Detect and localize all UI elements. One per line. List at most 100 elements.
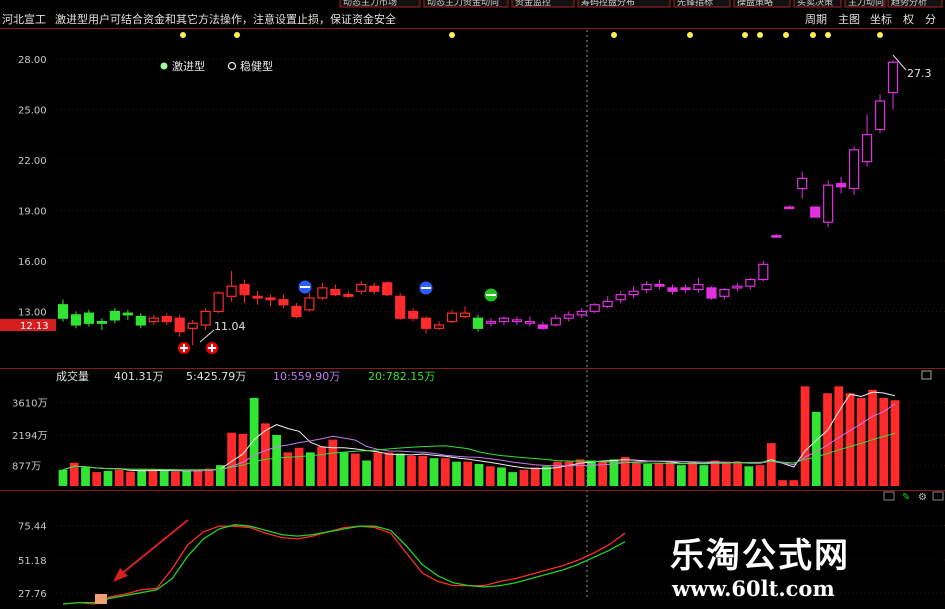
pencil-icon[interactable]: ✎ [902, 492, 910, 503]
candle-body-28 [421, 317, 432, 329]
volume-bar-37 [474, 463, 484, 486]
candle-body-43 [615, 294, 626, 301]
signal-dots [180, 32, 883, 38]
volume-bar-9 [159, 470, 169, 486]
volume-bar-26 [350, 453, 360, 486]
period-tab-2[interactable]: 坐标 [870, 12, 892, 26]
period-tab-4[interactable]: 分 [925, 13, 936, 26]
candle-body-50 [706, 287, 717, 299]
volume-bar-5 [114, 469, 124, 486]
volume-bar-69 [834, 386, 844, 486]
volume-value: 401.31万 [114, 370, 164, 383]
price-panel[interactable]: 28.00 25.00 22.00 19.00 16.00 13.00 激进型 稳健型 1… [0, 28, 945, 601]
volume-ma20: 20:782.15万 [368, 370, 435, 383]
maximize-icon[interactable] [932, 491, 944, 501]
volume-bar-23 [317, 446, 326, 486]
volume-bar-32 [418, 455, 428, 486]
volume-bar-59 [721, 461, 731, 486]
candle-body-47 [667, 287, 678, 292]
settings-icon[interactable]: ⚙ [918, 492, 927, 503]
candle-body-64 [887, 61, 899, 94]
toolbar-button-label-1: 动态主力资金动向 [427, 0, 499, 8]
volume-bar-51 [632, 462, 641, 486]
candle-body-3 [96, 320, 108, 324]
candle-body-52 [732, 285, 743, 289]
candle-body-4 [109, 310, 120, 321]
price-gridlines [56, 58, 945, 312]
volume-bar-53 [654, 462, 664, 486]
candle-body-9 [174, 317, 185, 333]
price-tick-2: 22.00 [18, 156, 47, 167]
candle-body-23 [356, 283, 367, 292]
candle-body-10 [187, 322, 198, 329]
volume-bar-70 [845, 393, 855, 486]
indicator-panel-controls: ✎ ⚙ [883, 491, 944, 503]
indicator-tick-0: 75.44 [18, 522, 47, 533]
volume-bar-17 [249, 397, 259, 486]
candlesticks [57, 60, 899, 346]
candle-body-35 [511, 319, 523, 323]
volume-bar-61 [744, 466, 754, 486]
price-tick-5: 13.00 [18, 307, 47, 318]
volume-panel-button[interactable] [921, 370, 932, 380]
signal-dot-8 [810, 32, 816, 38]
volume-bar-29 [384, 452, 394, 486]
volume-bar-8 [148, 470, 158, 486]
signal-dot-6 [757, 32, 763, 38]
candle-body-21 [330, 288, 341, 296]
volume-bar-11 [182, 470, 192, 486]
blue-marker-2 [419, 281, 433, 295]
candle-body-36 [524, 320, 535, 324]
candle-body-53 [745, 278, 756, 287]
blue-marker-1 [298, 280, 312, 294]
candle-body-32 [472, 317, 484, 329]
signal-dot-10 [877, 32, 883, 38]
candle-body-41 [589, 304, 600, 313]
price-tick-4: 16.00 [18, 257, 47, 268]
signal-dot-3 [611, 32, 617, 38]
toolbar-button-label-4: 先锋指标 [677, 0, 713, 8]
candle-body-20 [317, 287, 328, 299]
pointer-arrow [119, 519, 189, 576]
volume-bar-31 [407, 455, 416, 486]
candle-body-39 [563, 314, 574, 319]
volume-bar-2 [81, 467, 90, 486]
candle-body-16 [265, 297, 276, 301]
volume-bar-0 [58, 469, 68, 486]
volume-bar-56 [688, 461, 698, 486]
period-tab-1[interactable]: 主图 [838, 13, 860, 26]
volume-bar-55 [676, 465, 686, 486]
legend-steady: 稳健型 [240, 59, 273, 73]
volume-tick-0: 3610万 [12, 398, 47, 409]
period-tab-0[interactable]: 周期 [805, 13, 827, 26]
volume-bar-58 [710, 460, 720, 486]
volume-bar-38 [485, 466, 495, 486]
period-tab-3[interactable]: 权 [903, 13, 914, 26]
volume-bar-13 [204, 468, 214, 486]
candle-body-22 [343, 294, 354, 297]
price-tick-3: 19.00 [18, 206, 47, 217]
aggressive-legend-dot [160, 62, 168, 70]
candle-body-55 [771, 235, 782, 238]
minimize-icon[interactable] [883, 491, 895, 501]
volume-bar-50 [620, 457, 630, 486]
low-price-label: 11.04 [214, 320, 246, 333]
candle-body-8 [161, 315, 172, 323]
volume-bar-43 [542, 466, 551, 486]
period-tabs: 周期 主图 坐标权分 [805, 12, 936, 26]
volume-bar-62 [755, 465, 765, 486]
volume-ma10: 10:559.90万 [273, 370, 340, 383]
toolbar-button-label-5: 操盘策略 [737, 0, 773, 8]
legend-aggressive: 激进型 [172, 59, 205, 73]
candle-body-42 [602, 300, 613, 308]
candle-body-63 [874, 100, 886, 131]
volume-bar-47 [587, 460, 596, 486]
toolbar-button-label-8: 趋势分析 [891, 0, 927, 8]
volume-panel[interactable]: 成交量 401.31万 5:425.79万 10:559.90万 20:782.… [12, 369, 945, 486]
signal-dot-1 [234, 32, 240, 38]
candle-body-58 [810, 206, 821, 218]
volume-bar-36 [463, 461, 473, 486]
candle-body-31 [459, 312, 471, 318]
volume-bar-22 [305, 452, 315, 486]
toolbar-button-label-6: 买卖决策 [797, 0, 833, 8]
